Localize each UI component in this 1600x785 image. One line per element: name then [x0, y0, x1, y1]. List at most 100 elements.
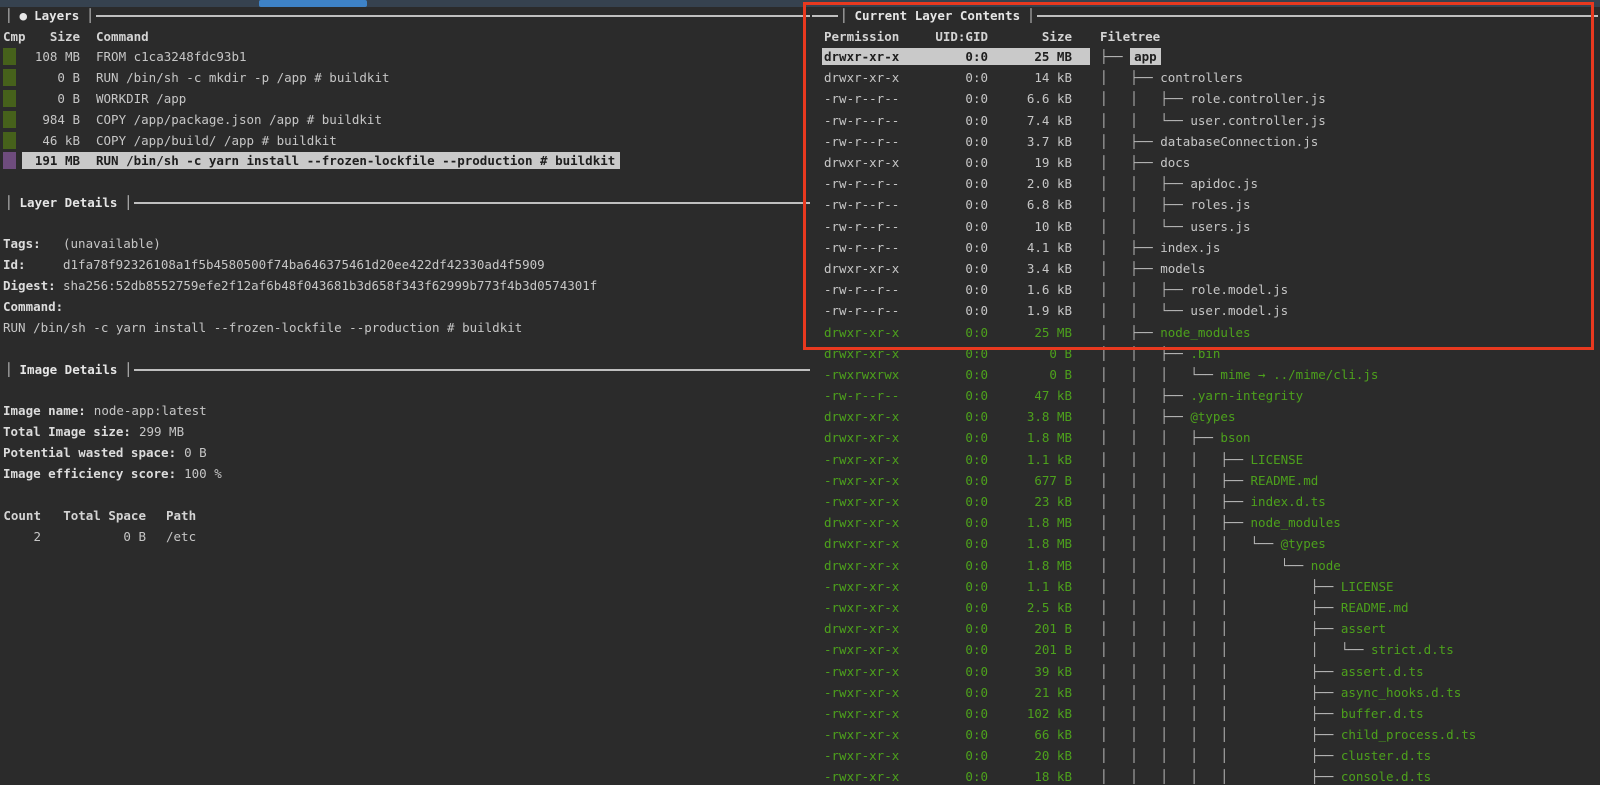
layer-row[interactable]: 0 B WORKDIR /app: [0, 88, 812, 109]
file-size: 7.4 kB: [1026, 112, 1072, 128]
tree-branch-glyph: │ │ │ └──: [1100, 366, 1221, 382]
border-glyph: │: [5, 8, 13, 23]
col-path: Path: [166, 508, 197, 523]
file-uid-gid: 0:0: [965, 727, 988, 743]
file-row[interactable]: -rw-r--r-- 0:0 1.6 kB │ │ ├── role.model.js: [812, 279, 1600, 300]
file-row-columns: drwxr-xr-x 0:0 1.8 MB: [822, 535, 1090, 552]
file-tree-cell: │ │ │ │ │ └── node: [1100, 558, 1341, 573]
tree-branch-glyph: │ ├──: [1100, 133, 1161, 149]
layer-size: 0 B: [57, 90, 80, 106]
layer-command: FROM c1ca3248fdc93b1: [96, 48, 247, 64]
file-row[interactable]: -rwxr-xr-x 0:0 201 B │ │ │ │ │ │ └── strict…: [812, 639, 1600, 660]
file-row[interactable]: -rw-r--r-- 0:0 6.6 kB │ │ ├── role.controll…: [812, 88, 1600, 109]
file-permission: drwxr-xr-x: [824, 324, 900, 340]
layer-row[interactable]: 984 B COPY /app/package.json /app # build…: [0, 109, 812, 130]
detail-row: Id: d1fa78f92326108a1f5b4580500f74ba64637…: [3, 254, 809, 275]
file-size: 1.6 kB: [1026, 282, 1072, 298]
layer-size: 191 MB: [34, 153, 80, 169]
file-row[interactable]: -rwxr-xr-x 0:0 21 kB │ │ │ │ │ ├── async_ho…: [812, 682, 1600, 703]
file-row[interactable]: drwxr-xr-x 0:0 1.8 MB │ │ │ ├── bson: [812, 427, 1600, 448]
file-uid-gid: 0:0: [965, 388, 988, 404]
file-row[interactable]: -rwxr-xr-x 0:0 102 kB │ │ │ │ │ ├── buffer.…: [812, 703, 1600, 724]
scroll-indicator-thumb[interactable]: [259, 0, 367, 7]
file-row[interactable]: drwxr-xr-x 0:0 25 MB │ ├── node_modules: [812, 321, 1600, 342]
layer-row[interactable]: 46 kB COPY /app/build/ /app # buildkit: [0, 130, 812, 151]
layer-cmp-block: [3, 110, 16, 128]
file-row[interactable]: -rw-r--r-- 0:0 4.1 kB │ ├── index.js: [812, 237, 1600, 258]
tree-branch-glyph: │ │ │ │ │ │ └──: [1100, 642, 1371, 658]
detail-label: Command:: [3, 299, 64, 314]
file-row[interactable]: drwxr-xr-x 0:0 14 kB │ ├── controllers: [812, 67, 1600, 88]
file-size: 19 kB: [1034, 155, 1072, 171]
file-row[interactable]: -rwxr-xr-x 0:0 66 kB │ │ │ │ │ ├── child_pr…: [812, 724, 1600, 745]
file-row[interactable]: -rwxr-xr-x 0:0 39 kB │ │ │ │ │ ├── assert.d…: [812, 660, 1600, 681]
layer-row[interactable]: 0 B RUN /bin/sh -c mkdir -p /app # buildk…: [0, 67, 812, 88]
file-tree-cell: │ │ │ │ │ │ └── strict.d.ts: [1100, 642, 1454, 657]
file-row[interactable]: drwxr-xr-x 0:0 19 kB │ ├── docs: [812, 152, 1600, 173]
file-row[interactable]: -rw-r--r-- 0:0 3.7 kB │ ├── databaseConnect…: [812, 131, 1600, 152]
file-permission: -rw-r--r--: [824, 388, 900, 404]
file-row[interactable]: -rwxr-xr-x 0:0 18 kB │ │ │ │ │ ├── console.…: [812, 766, 1600, 785]
file-uid-gid: 0:0: [965, 578, 988, 594]
file-permission: -rwxr-xr-x: [824, 663, 900, 679]
image-detail-value: node-app:latest: [93, 403, 207, 418]
file-permission: -rwxr-xr-x: [824, 578, 900, 594]
file-row[interactable]: -rw-r--r-- 0:0 2.0 kB │ │ ├── apidoc.js: [812, 173, 1600, 194]
file-row[interactable]: drwxr-xr-x 0:0 3.8 MB │ │ ├── @types: [812, 406, 1600, 427]
col-command: Command: [96, 29, 149, 44]
file-row[interactable]: -rwxrwxrwx 0:0 0 B │ │ │ └── mime → ../mime…: [812, 364, 1600, 385]
file-row[interactable]: -rw-r--r-- 0:0 47 kB │ │ ├── .yarn-integrit…: [812, 385, 1600, 406]
image-detail-value: 0 B: [184, 445, 207, 460]
tree-branch-glyph: │ │ ├──: [1100, 91, 1191, 107]
file-row[interactable]: -rwxr-xr-x 0:0 677 B │ │ │ │ ├── README.md: [812, 470, 1600, 491]
file-row[interactable]: -rw-r--r-- 0:0 6.8 kB │ │ ├── roles.js: [812, 194, 1600, 215]
file-uid-gid: 0:0: [965, 176, 988, 192]
file-size: 14 kB: [1034, 70, 1072, 86]
image-detail-row: Image efficiency score: 100 %: [3, 463, 809, 484]
file-row[interactable]: -rw-r--r-- 0:0 1.9 kB │ │ └── user.model.js: [812, 300, 1600, 321]
file-row[interactable]: drwxr-xr-x 0:0 1.8 MB │ │ │ │ │ └── @types: [812, 533, 1600, 554]
file-tree-cell: │ │ ├── @types: [1100, 409, 1235, 424]
file-row-columns: drwxr-xr-x 0:0 25 MB: [822, 324, 1090, 341]
tree-branch-glyph: │ │ ├──: [1100, 176, 1191, 192]
file-size: 23 kB: [1034, 494, 1072, 510]
file-row[interactable]: drwxr-xr-x 0:0 25 MB ├── app: [812, 46, 1600, 67]
file-row[interactable]: -rwxr-xr-x 0:0 23 kB │ │ │ │ ├── index.d.ts: [812, 491, 1600, 512]
file-tree-cell: │ │ │ │ │ ├── child_process.d.ts: [1100, 727, 1476, 742]
tree-branch-glyph: │ │ │ ├──: [1100, 430, 1221, 446]
file-row[interactable]: -rw-r--r-- 0:0 7.4 kB │ │ └── user.controll…: [812, 110, 1600, 131]
file-row[interactable]: -rwxr-xr-x 0:0 1.1 kB │ │ │ │ ├── LICENSE: [812, 449, 1600, 470]
file-row[interactable]: drwxr-xr-x 0:0 1.8 MB │ │ │ │ ├── node_modu…: [812, 512, 1600, 533]
file-tree-cell: │ │ ├── role.controller.js: [1100, 91, 1326, 106]
file-row[interactable]: drwxr-xr-x 0:0 3.4 kB │ ├── models: [812, 258, 1600, 279]
file-row[interactable]: drwxr-xr-x 0:0 201 B │ │ │ │ │ ├── assert: [812, 618, 1600, 639]
layer-row[interactable]: 108 MB FROM c1ca3248fdc93b1: [0, 46, 812, 67]
tree-branch-glyph: │ │ │ │ ├──: [1100, 494, 1251, 510]
file-size: 10 kB: [1034, 218, 1072, 234]
image-detail-value: 299 MB: [138, 424, 185, 439]
file-row[interactable]: -rwxr-xr-x 0:0 2.5 kB │ │ │ │ │ ├── README.…: [812, 597, 1600, 618]
layer-row[interactable]: 191 MB RUN /bin/sh -c yarn install --froz…: [0, 150, 812, 171]
layer-details-body: Tags: (unavailable) Id: d1fa78f92326108a1f5…: [3, 233, 809, 338]
file-row[interactable]: -rwxr-xr-x 0:0 1.1 kB │ │ │ │ │ ├── LICENSE: [812, 576, 1600, 597]
image-detail-row: Potential wasted space: 0 B: [3, 442, 809, 463]
file-row[interactable]: -rw-r--r-- 0:0 10 kB │ │ └── users.js: [812, 216, 1600, 237]
file-uid-gid: 0:0: [965, 239, 988, 255]
wasted-count: 2: [33, 529, 41, 544]
file-uid-gid: 0:0: [965, 621, 988, 637]
header-rule: [133, 368, 810, 371]
file-row-columns: -rwxr-xr-x 0:0 1.1 kB: [822, 578, 1090, 595]
file-uid-gid: 0:0: [965, 515, 988, 531]
file-tree-cell: │ │ ├── role.model.js: [1100, 282, 1288, 297]
file-tree-cell: │ │ │ │ │ ├── async_hooks.d.ts: [1100, 685, 1461, 700]
file-row-columns: -rw-r--r-- 0:0 1.6 kB: [822, 281, 1090, 298]
border-glyph: │: [5, 362, 13, 377]
layers-column-header: Cmp Size Command: [0, 27, 812, 46]
file-tree-cell: │ │ ├── .bin: [1100, 346, 1220, 361]
file-row-columns: drwxr-xr-x 0:0 14 kB: [822, 69, 1090, 86]
file-row[interactable]: drwxr-xr-x 0:0 1.8 MB │ │ │ │ │ └── node: [812, 555, 1600, 576]
dive-terminal-screen: { "glyphs": { "pipe": "│", "dot": "●" },…: [0, 0, 1600, 785]
file-row[interactable]: -rwxr-xr-x 0:0 20 kB │ │ │ │ │ ├── cluster.…: [812, 745, 1600, 766]
file-row[interactable]: drwxr-xr-x 0:0 0 B │ │ ├── .bin: [812, 343, 1600, 364]
layer-command: RUN /bin/sh -c mkdir -p /app # buildkit: [96, 69, 390, 85]
